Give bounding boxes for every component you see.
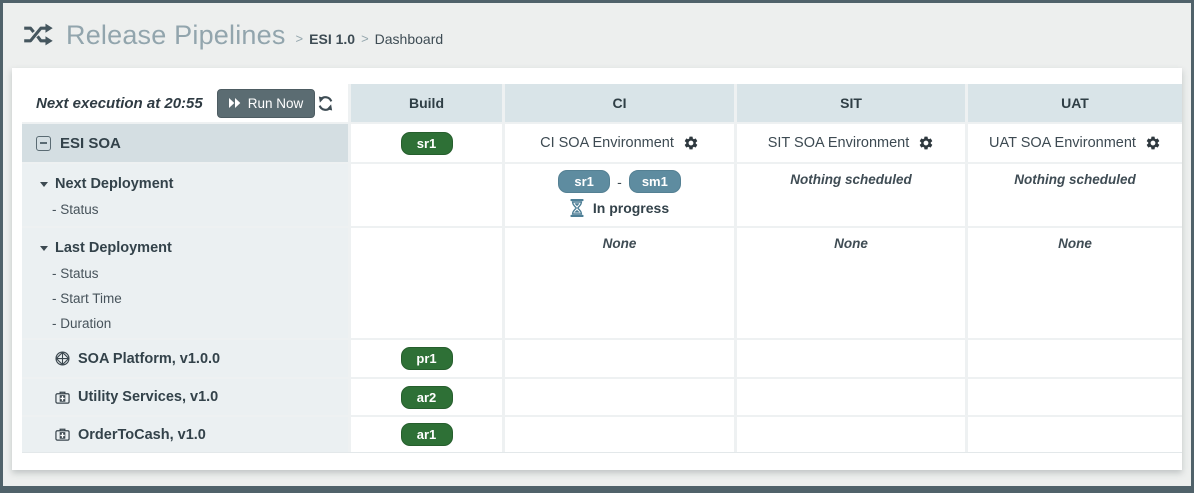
uat-next-deployment-cell: Nothing scheduled bbox=[968, 164, 1182, 226]
uat-environment-cell: UAT SOA Environment bbox=[968, 124, 1182, 162]
column-header-ci: CI bbox=[505, 84, 734, 122]
fast-forward-icon bbox=[229, 98, 241, 108]
empty-cell bbox=[968, 340, 1182, 377]
empty-cell bbox=[968, 417, 1182, 452]
breadcrumb-separator: > bbox=[296, 31, 304, 46]
last-deployment-row-header: Last Deployment - Status - Start Time - … bbox=[22, 228, 348, 338]
build-version-cell: ar1 bbox=[351, 417, 502, 452]
breadcrumb-release[interactable]: ESI 1.0 bbox=[309, 31, 355, 47]
application-name: SOA Platform, v1.0.0 bbox=[78, 351, 220, 367]
top-header: Release Pipelines > ESI 1.0 > Dashboard bbox=[3, 3, 1191, 55]
last-deployment-label: Last Deployment bbox=[55, 240, 172, 256]
empty-cell bbox=[968, 379, 1182, 415]
page-title: Release Pipelines bbox=[66, 20, 286, 51]
pipeline-table: Next execution at 20:55 Run Now bbox=[22, 84, 1182, 453]
in-progress-label: In progress bbox=[593, 200, 669, 216]
sit-next-deployment-cell: Nothing scheduled bbox=[737, 164, 965, 226]
from-version-badge[interactable]: sr1 bbox=[558, 170, 610, 193]
ci-next-deployment-cell: sr1 - sm1 In progress bbox=[505, 164, 734, 226]
last-deployment-toggle[interactable]: Last Deployment bbox=[22, 235, 348, 261]
empty-cell bbox=[351, 228, 502, 338]
pipeline-dashboard-panel: Next execution at 20:55 Run Now bbox=[12, 68, 1182, 470]
build-version-cell: pr1 bbox=[351, 340, 502, 377]
medkit-icon bbox=[55, 427, 70, 442]
application-row-ordertocash: OrderToCash, v1.0 bbox=[22, 417, 348, 452]
sit-environment-name: SIT SOA Environment bbox=[768, 135, 910, 151]
build-badge[interactable]: sr1 bbox=[401, 132, 453, 155]
build-badge[interactable]: ar1 bbox=[401, 423, 453, 446]
run-now-label: Run Now bbox=[248, 96, 304, 111]
breadcrumb: > ESI 1.0 > Dashboard bbox=[296, 31, 444, 47]
application-row-utility-services: Utility Services, v1.0 bbox=[22, 379, 348, 415]
to-version-badge[interactable]: sm1 bbox=[629, 170, 681, 193]
gear-icon[interactable] bbox=[683, 135, 699, 151]
column-header-sit: SIT bbox=[737, 84, 965, 122]
breadcrumb-dashboard[interactable]: Dashboard bbox=[375, 31, 444, 47]
medkit-icon bbox=[55, 390, 70, 405]
next-deployment-row-header: Next Deployment - Status bbox=[22, 164, 348, 226]
hourglass-icon bbox=[570, 199, 584, 217]
next-deployment-toggle[interactable]: Next Deployment bbox=[22, 171, 348, 197]
empty-cell bbox=[737, 340, 965, 377]
empty-cell bbox=[737, 417, 965, 452]
uat-environment-name: UAT SOA Environment bbox=[989, 135, 1136, 151]
caret-down-icon bbox=[40, 182, 48, 187]
range-separator: - bbox=[617, 174, 622, 190]
gear-icon[interactable] bbox=[918, 135, 934, 151]
ci-environment-name: CI SOA Environment bbox=[540, 135, 674, 151]
application-row-soa-platform: SOA Platform, v1.0.0 bbox=[22, 340, 348, 377]
column-header-build: Build bbox=[351, 84, 502, 122]
collapse-icon[interactable] bbox=[36, 136, 51, 151]
toolbar-cell: Next execution at 20:55 Run Now bbox=[22, 84, 348, 122]
empty-cell bbox=[505, 379, 734, 415]
platform-icon bbox=[55, 351, 70, 366]
gear-icon[interactable] bbox=[1145, 135, 1161, 151]
build-version-cell: sr1 bbox=[351, 124, 502, 162]
next-deployment-status-label: - Status bbox=[22, 197, 348, 222]
empty-cell bbox=[505, 417, 734, 452]
deployment-status: In progress bbox=[570, 199, 669, 217]
ci-last-deployment-cell: None bbox=[505, 228, 734, 338]
run-now-button[interactable]: Run Now bbox=[217, 89, 316, 118]
last-deployment-duration-label: - Duration bbox=[22, 311, 348, 336]
empty-cell bbox=[505, 340, 734, 377]
sit-environment-cell: SIT SOA Environment bbox=[737, 124, 965, 162]
build-badge[interactable]: ar2 bbox=[401, 386, 453, 409]
next-deployment-label: Next Deployment bbox=[55, 176, 173, 192]
last-deployment-start-time-label: - Start Time bbox=[22, 286, 348, 311]
build-version-cell: ar2 bbox=[351, 379, 502, 415]
pipeline-name: ESI SOA bbox=[60, 135, 121, 152]
pipeline-row-header: ESI SOA bbox=[22, 124, 348, 162]
caret-down-icon bbox=[40, 246, 48, 251]
uat-last-deployment-cell: None bbox=[968, 228, 1182, 338]
deployment-version-range: sr1 - sm1 bbox=[558, 170, 681, 193]
application-name: OrderToCash, v1.0 bbox=[78, 427, 206, 443]
application-name: Utility Services, v1.0 bbox=[78, 389, 218, 405]
next-execution-label: Next execution at 20:55 bbox=[36, 95, 203, 112]
build-badge[interactable]: pr1 bbox=[401, 347, 453, 370]
empty-cell bbox=[737, 379, 965, 415]
refresh-icon[interactable] bbox=[315, 93, 336, 114]
empty-cell bbox=[351, 164, 502, 226]
shuffle-pipelines-icon bbox=[23, 23, 53, 51]
column-header-uat: UAT bbox=[968, 84, 1182, 122]
last-deployment-status-label: - Status bbox=[22, 261, 348, 286]
sit-last-deployment-cell: None bbox=[737, 228, 965, 338]
ci-environment-cell: CI SOA Environment bbox=[505, 124, 734, 162]
breadcrumb-separator: > bbox=[361, 31, 369, 46]
